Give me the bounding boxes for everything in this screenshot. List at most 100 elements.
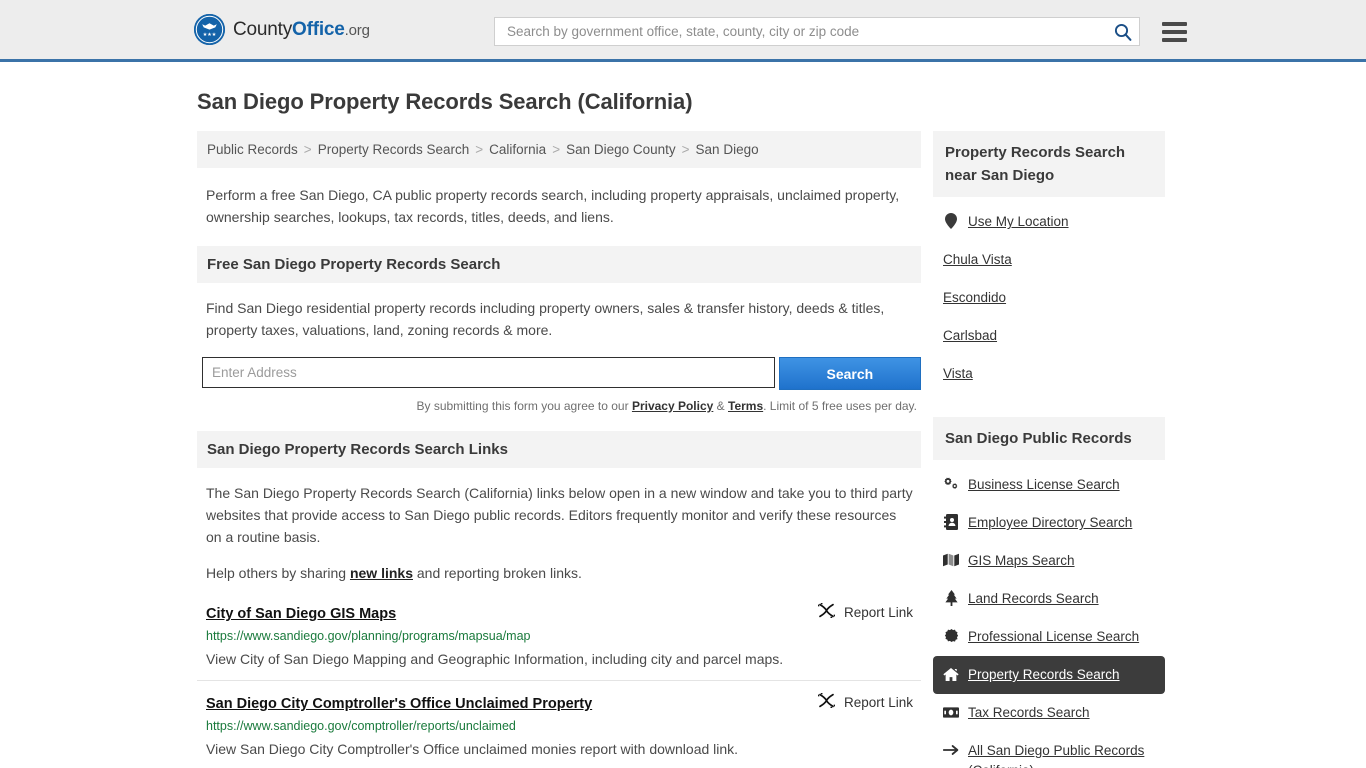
page-title: San Diego Property Records Search (Calif… [197, 89, 693, 114]
result-link-description: View San Diego City Comptroller's Office… [206, 741, 739, 757]
address-input[interactable] [202, 357, 775, 388]
breadcrumb-item-public-records[interactable]: Public Records [207, 142, 298, 157]
sidebar-item-label[interactable]: Employee Directory Search [968, 513, 1132, 533]
breadcrumb-separator: > [303, 142, 312, 157]
page-body: San Diego Property Records Search (Calif… [0, 89, 1366, 768]
sidebar-item-all-public-records[interactable]: All San Diego Public Records (California… [933, 732, 1165, 768]
search-button[interactable]: Search [778, 357, 921, 390]
global-search-input[interactable] [505, 23, 1113, 40]
sidebar-near-heading: Property Records Search near San Diego [933, 131, 1165, 197]
sidebar-item-label[interactable]: Land Records Search [968, 589, 1099, 609]
disclaimer-post: . Limit of 5 free uses per day. [763, 399, 917, 413]
sidebar-item-property-records-search[interactable]: Property Records Search [933, 656, 1165, 694]
content-columns: Public Records > Property Records Search… [0, 131, 1366, 768]
report-link-button[interactable]: Report Link [815, 689, 913, 712]
link-row: San Diego City Comptroller's Office Uncl… [206, 689, 913, 712]
sidebar-item-label[interactable]: Property Records Search [968, 665, 1120, 685]
breadcrumb-item-san-diego-county[interactable]: San Diego County [566, 142, 676, 157]
result-link-title[interactable]: San Diego City Comptroller's Office Uncl… [206, 696, 592, 712]
links-section-body: The San Diego Property Records Search (C… [206, 485, 913, 545]
result-link-description: View City of San Diego Mapping and Geogr… [206, 651, 784, 667]
certificate-seal-icon [943, 628, 959, 644]
links-section-heading: San Diego Property Records Search Links [197, 431, 921, 468]
logo-text-county: County [233, 18, 293, 40]
breadcrumb: Public Records > Property Records Search… [197, 131, 921, 168]
free-search-heading: Free San Diego Property Records Search [197, 246, 921, 283]
result-link-title[interactable]: City of San Diego GIS Maps [206, 606, 396, 622]
logo-wordmark: CountyOffice.org [233, 19, 370, 41]
main-column: Public Records > Property Records Search… [197, 131, 921, 768]
breadcrumb-item-california[interactable]: California [489, 142, 546, 157]
sidebar-item-escondido[interactable]: Escondido [933, 279, 1165, 317]
breadcrumb-separator: > [475, 142, 484, 157]
sidebar-item-label[interactable]: Escondido [943, 288, 1006, 308]
sidebar-item-label[interactable]: Use My Location [968, 212, 1069, 232]
sidebar-item-employee-directory-search[interactable]: Employee Directory Search [933, 504, 1165, 542]
sidebar-near-list: Use My Location Chula Vista Escondido Ca… [933, 203, 1165, 393]
hamburger-bar [1162, 21, 1187, 26]
gears-icon [943, 476, 959, 492]
new-links-link[interactable]: new links [350, 565, 413, 581]
free-search-body: Find San Diego residential property reco… [206, 300, 885, 338]
address-search-form: Search [197, 357, 921, 390]
sidebar-item-tax-records-search[interactable]: Tax Records Search [933, 694, 1165, 732]
link-row: City of San Diego GIS Maps Report Link [206, 599, 913, 622]
site-header: CountyOffice.org [0, 0, 1366, 62]
logo-text-org: .org [344, 21, 370, 39]
sidebar-item-label[interactable]: Carlsbad [943, 326, 997, 346]
sidebar-item-label[interactable]: Professional License Search [968, 627, 1139, 647]
home-icon [943, 666, 959, 682]
breadcrumb-item-property-records-search[interactable]: Property Records Search [318, 142, 470, 157]
links-section-help: Help others by sharing new links and rep… [197, 562, 921, 584]
sidebar-item-professional-license-search[interactable]: Professional License Search [933, 618, 1165, 656]
sidebar-item-label[interactable]: Tax Records Search [968, 703, 1090, 723]
help-post: and reporting broken links. [413, 565, 582, 581]
folded-map-icon [943, 552, 959, 568]
disclaimer-pre: By submitting this form you agree to our [416, 399, 632, 413]
sidebar-item-label[interactable]: Business License Search [968, 475, 1120, 495]
eagle-seal-icon [194, 14, 225, 45]
sidebar-item-vista[interactable]: Vista [933, 355, 1165, 393]
privacy-policy-link[interactable]: Privacy Policy [632, 399, 713, 413]
sidebar-item-label[interactable]: Chula Vista [943, 250, 1012, 270]
address-book-icon [943, 514, 959, 530]
hamburger-bar [1162, 37, 1187, 42]
hamburger-menu-icon[interactable] [1162, 21, 1187, 42]
disclaimer-amp: & [713, 399, 728, 413]
help-pre: Help others by sharing [206, 565, 350, 581]
sidebar-item-label[interactable]: Vista [943, 364, 973, 384]
sidebar-item-label[interactable]: GIS Maps Search [968, 551, 1075, 571]
header-search-zone [494, 17, 1187, 46]
sidebar-public-records-heading: San Diego Public Records [933, 417, 1165, 460]
sidebar-item-carlsbad[interactable]: Carlsbad [933, 317, 1165, 355]
report-link-button[interactable]: Report Link [815, 599, 913, 622]
sidebar-item-chula-vista[interactable]: Chula Vista [933, 241, 1165, 279]
sidebar-item-gis-maps-search[interactable]: GIS Maps Search [933, 542, 1165, 580]
result-link-url: https://www.sandiego.gov/planning/progra… [206, 629, 531, 643]
sidebar-public-records-group: San Diego Public Records Business Licens… [933, 417, 1165, 768]
global-search-box[interactable] [494, 17, 1140, 46]
list-item: City of San Diego GIS Maps Report Link h… [197, 594, 921, 681]
sidebar-public-records-list: Business License Search Employee Directo… [933, 466, 1165, 768]
broken-link-icon [815, 599, 838, 622]
search-icon[interactable] [1113, 22, 1133, 42]
list-item: San Diego City Comptroller's Office Uncl… [197, 681, 921, 768]
logo-text-office: Office [292, 18, 345, 40]
links-list: City of San Diego GIS Maps Report Link h… [197, 594, 921, 768]
sidebar-item-business-license-search[interactable]: Business License Search [933, 466, 1165, 504]
hamburger-bar [1162, 29, 1187, 34]
tree-icon [943, 590, 959, 606]
site-logo[interactable]: CountyOffice.org [194, 14, 370, 45]
breadcrumb-separator: > [552, 142, 561, 157]
report-link-label: Report Link [843, 604, 913, 620]
sidebar-item-label[interactable]: All San Diego Public Records (California… [968, 741, 1155, 768]
sidebar-item-use-my-location[interactable]: Use My Location [933, 203, 1165, 241]
arrow-right-icon [943, 742, 959, 758]
breadcrumb-item-san-diego[interactable]: San Diego [696, 142, 759, 157]
sidebar: Property Records Search near San Diego U… [933, 131, 1165, 768]
result-link-url: https://www.sandiego.gov/comptroller/rep… [206, 719, 516, 733]
sidebar-item-land-records-search[interactable]: Land Records Search [933, 580, 1165, 618]
terms-link[interactable]: Terms [728, 399, 763, 413]
form-disclaimer: By submitting this form you agree to our… [197, 399, 921, 413]
page-intro-text: Perform a free San Diego, CA public prop… [206, 187, 900, 225]
